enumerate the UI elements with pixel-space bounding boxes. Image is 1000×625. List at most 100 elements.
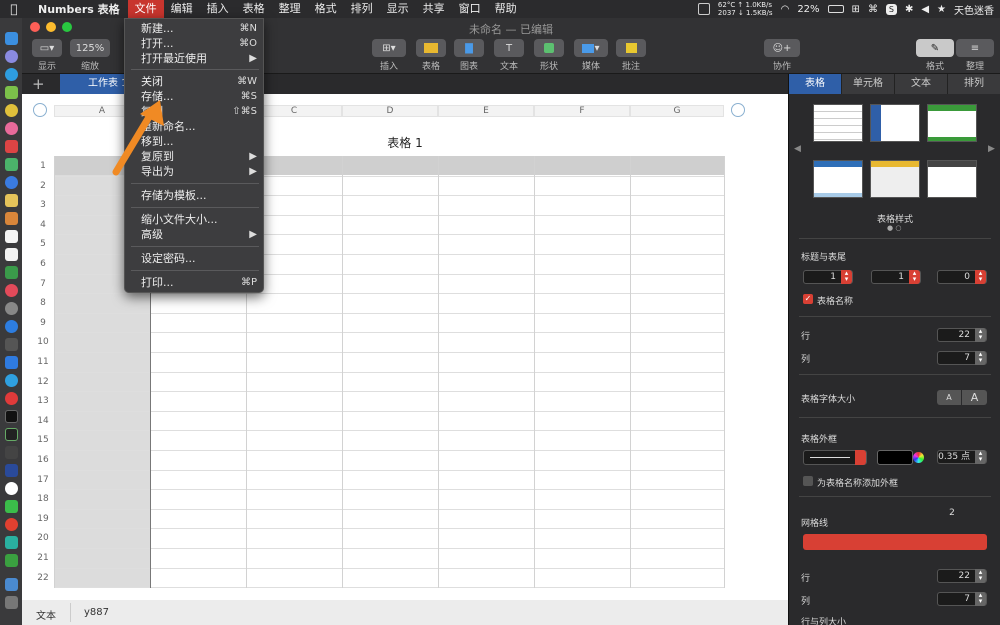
stepper-arrows-icon[interactable]: ▴ ▾	[975, 450, 986, 464]
chart-button[interactable]: ▇ 图表	[454, 39, 484, 72]
outline-color-well[interactable]	[877, 450, 913, 465]
format-button[interactable]: ✎ 格式	[916, 39, 954, 72]
menu-item-move-to[interactable]: 移到...	[125, 134, 265, 149]
zoom-button[interactable]: 125% 缩放	[70, 39, 110, 72]
menu-item-reduce-file-size[interactable]: 缩小文件大小...	[125, 212, 265, 227]
page-dots[interactable]: ● ○	[887, 224, 901, 232]
gridlines-buttons[interactable]	[803, 534, 987, 550]
wechat-icon[interactable]	[5, 500, 18, 513]
system-prefs-icon[interactable]	[5, 302, 18, 315]
text-button[interactable]: T 文本	[494, 39, 524, 72]
row-header[interactable]: 12	[32, 377, 54, 387]
menu-file[interactable]: 文件	[127, 0, 164, 18]
menu-arrange[interactable]: 排列	[344, 0, 380, 18]
menu-edit[interactable]: 编辑	[164, 0, 200, 18]
photos-icon[interactable]	[5, 122, 18, 135]
stepper-arrows-icon[interactable]: ▴ ▾	[975, 592, 986, 606]
alt-rows-stepper[interactable]: 22 ▴ ▾	[937, 569, 987, 583]
menu-organize[interactable]: 整理	[272, 0, 308, 18]
row-header[interactable]: 20	[32, 533, 54, 543]
row-header[interactable]: 17	[32, 475, 54, 485]
outline-width-stepper[interactable]: 0.35 点 ▴ ▾	[937, 450, 987, 464]
numbers-icon[interactable]	[5, 554, 18, 567]
table-style-3[interactable]	[927, 104, 977, 142]
menu-item-save-as-template[interactable]: 存储为模板...	[125, 188, 265, 203]
downloads-icon[interactable]	[5, 578, 18, 591]
stepper-arrows-icon[interactable]: ▴ ▾	[975, 270, 986, 284]
row-header[interactable]: 14	[32, 416, 54, 426]
column-header-e[interactable]: E	[438, 105, 534, 117]
menu-item-set-password[interactable]: 设定密码...	[125, 251, 265, 266]
stepper-arrows-icon[interactable]: ▴ ▾	[975, 328, 986, 342]
menu-item-rename[interactable]: 重新命名...	[125, 119, 265, 134]
row-header[interactable]: 16	[32, 455, 54, 465]
table-style-5[interactable]	[870, 160, 920, 198]
row-header[interactable]: 6	[32, 259, 54, 269]
weibo-icon[interactable]	[5, 518, 18, 531]
table-style-1[interactable]	[813, 104, 863, 142]
finder-icon[interactable]	[5, 32, 18, 45]
menu-table[interactable]: 表格	[236, 0, 272, 18]
yandex-icon[interactable]	[5, 482, 18, 495]
battery-icon[interactable]	[827, 5, 844, 13]
app-store-icon[interactable]	[5, 176, 18, 189]
network-monitor[interactable]: 62°C ↑ 1.0KB/s 2037 ↓ 1.5KB/s	[718, 1, 773, 17]
files-icon[interactable]	[5, 248, 18, 261]
stepper-arrows-icon[interactable]: ▴ ▾	[841, 270, 852, 284]
row-header[interactable]: 2	[32, 181, 54, 191]
color-wheel-icon[interactable]	[913, 452, 924, 463]
tab-cell[interactable]: 单元格	[842, 74, 895, 94]
font-smaller-button[interactable]: A	[937, 390, 961, 405]
row-header[interactable]: 3	[32, 200, 54, 210]
chevron-left-icon[interactable]: ◀	[794, 144, 801, 154]
column-header-d[interactable]: D	[342, 105, 438, 117]
menu-item-open-recent[interactable]: 打开最近使用 ▶	[125, 51, 265, 66]
row-header[interactable]: 10	[32, 337, 54, 347]
menu-item-new[interactable]: 新建... ⌘N	[125, 21, 265, 36]
user-name[interactable]: 天色迷香	[954, 2, 994, 17]
shape-button[interactable]: 形状	[534, 39, 564, 72]
organize-button[interactable]: ≡ 整理	[956, 39, 994, 72]
input-source-icon[interactable]: ⊞	[852, 4, 860, 15]
table-button[interactable]: 表格	[416, 39, 446, 72]
insert-button[interactable]: ⊞▾ 插入	[372, 39, 406, 72]
add-column-handle[interactable]	[731, 103, 745, 117]
menu-item-duplicate[interactable]: 复制 ⇧⌘S	[125, 104, 265, 119]
launchpad-icon[interactable]	[5, 50, 18, 63]
menu-view[interactable]: 显示	[380, 0, 416, 18]
menu-item-close[interactable]: 关闭 ⌘W	[125, 74, 265, 89]
row-header[interactable]: 22	[32, 573, 54, 583]
menu-item-save[interactable]: 存储... ⌘S	[125, 89, 265, 104]
font-larger-button[interactable]: A	[962, 390, 987, 405]
media-button[interactable]: ▾ 媒体	[574, 39, 608, 72]
android-icon[interactable]	[5, 86, 18, 99]
menu-item-advanced[interactable]: 高级 ▶	[125, 227, 265, 242]
control-icon[interactable]: ⌘	[868, 4, 878, 15]
menu-share[interactable]: 共享	[416, 0, 452, 18]
tab-text[interactable]: 文本	[895, 74, 948, 94]
row-header[interactable]: 11	[32, 357, 54, 367]
tab-table[interactable]: 表格	[789, 74, 842, 94]
row-header[interactable]: 15	[32, 435, 54, 445]
row-header[interactable]: 1	[32, 161, 54, 171]
menu-item-export-to[interactable]: 导出为 ▶	[125, 164, 265, 179]
skype-icon[interactable]: S	[885, 3, 897, 15]
wifi-icon[interactable]: ◠	[781, 4, 790, 15]
stepper-arrows-icon[interactable]: ▴ ▾	[909, 270, 920, 284]
script-icon[interactable]	[5, 446, 18, 459]
column-header-f[interactable]: F	[534, 105, 630, 117]
chart-app-icon[interactable]	[5, 266, 18, 279]
table-select-handle[interactable]	[33, 103, 47, 117]
row-header[interactable]: 19	[32, 514, 54, 524]
volume-icon[interactable]: ◀	[921, 4, 929, 15]
tab-arrange[interactable]: 排列	[948, 74, 1000, 94]
rows-stepper[interactable]: 22 ▴ ▾	[937, 328, 987, 342]
notes-icon[interactable]	[5, 194, 18, 207]
outline-style-select[interactable]	[803, 450, 867, 465]
view-button[interactable]: ▭▾ 显示	[32, 39, 62, 72]
footer-rows-stepper[interactable]: 0 ▴ ▾	[937, 270, 987, 284]
vivaldi-icon[interactable]	[5, 392, 18, 405]
apple-icon[interactable]: 	[0, 2, 28, 16]
menu-format[interactable]: 格式	[308, 0, 344, 18]
column-header-g[interactable]: G	[630, 105, 724, 117]
